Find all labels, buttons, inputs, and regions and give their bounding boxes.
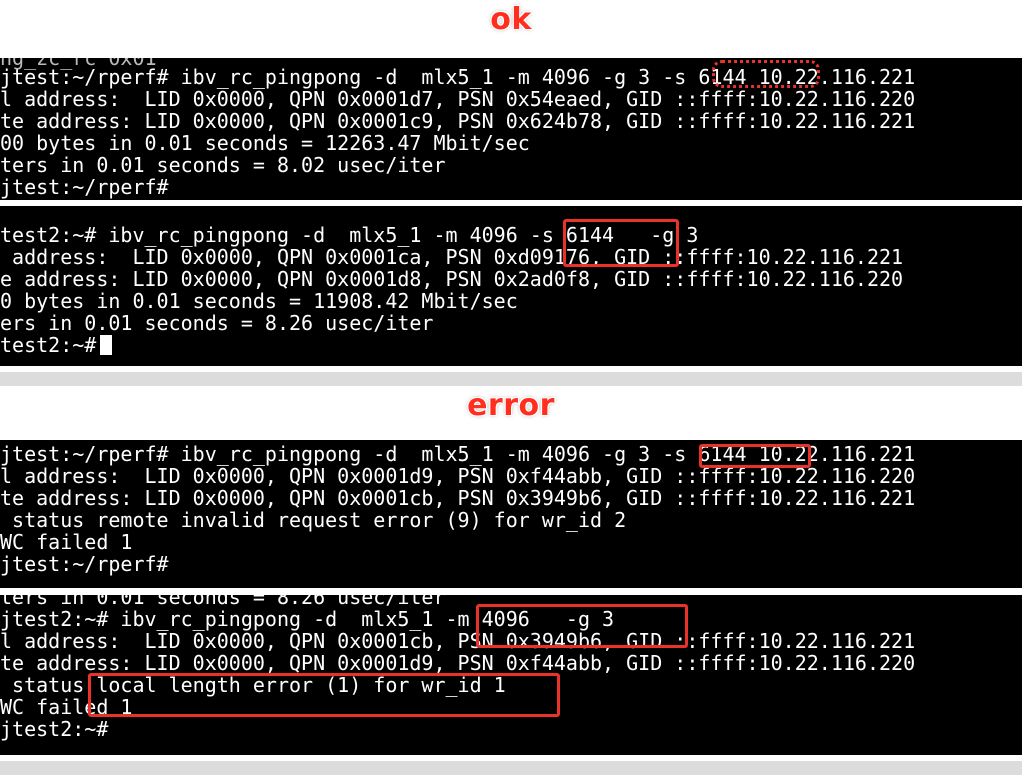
terminal-prompt: jtest:~/rperf# [0, 175, 169, 199]
terminal-line: address: LID 0x0000, QPN 0x0001ca, PSN 0… [0, 245, 904, 269]
terminal-prompt: jtest:~/rperf# [0, 552, 169, 576]
terminal-line: ers in 0.01 seconds = 8.26 usec/iter [0, 311, 434, 335]
error-heading: error [467, 388, 555, 423]
highlight-s-6144-ok-server [712, 60, 820, 88]
highlight-local-length-error [88, 673, 560, 717]
highlight-s-6144-ok-client [563, 219, 679, 267]
terminal-line: te address: LID 0x0000, QPN 0x0001cb, PS… [0, 486, 916, 510]
terminal-line: l address: LID 0x0000, QPN 0x0001cb, PSN… [0, 629, 916, 653]
terminal-line: 00 bytes in 0.01 seconds = 12263.47 Mbit… [0, 131, 530, 155]
terminal-ok-server[interactable]: ng_zc_rc 0x01 jtest:~/rperf# ibv_rc_ping… [0, 58, 1022, 200]
panel-divider [0, 372, 1022, 386]
terminal-error-server[interactable]: jtest:~/rperf# ibv_rc_pingpong -d mlx5_1… [0, 440, 1022, 588]
terminal-prompt: jtest2:~# [0, 717, 109, 741]
terminal-line: status remote invalid request error (9) … [0, 508, 627, 532]
panel-divider [0, 761, 1022, 775]
terminal-line: ters in 0.01 seconds = 8.02 usec/iter [0, 153, 446, 177]
terminal-ok-client[interactable]: test2:~# ibv_rc_pingpong -d mlx5_1 -m 40… [0, 206, 1022, 366]
terminal-line: te address: LID 0x0000, QPN 0x0001d9, PS… [0, 651, 916, 675]
terminal-line: WC failed 1 [0, 530, 133, 554]
prompt-text: test2:~# [0, 333, 97, 357]
highlight-missing-s-error-client [476, 604, 688, 648]
highlight-s-6144-error-server [699, 444, 811, 468]
terminal-prompt: test2:~# [0, 333, 113, 357]
terminal-line: te address: LID 0x0000, QPN 0x0001c9, PS… [0, 109, 916, 133]
terminal-line: l address: LID 0x0000, QPN 0x0001d7, PSN… [0, 87, 916, 111]
text-cursor [100, 335, 113, 355]
ok-heading: ok [490, 2, 532, 37]
terminal-line: l address: LID 0x0000, QPN 0x0001d9, PSN… [0, 464, 916, 488]
terminal-line: e address: LID 0x0000, QPN 0x0001d8, PSN… [0, 267, 904, 291]
terminal-line: 0 bytes in 0.01 seconds = 11908.42 Mbit/… [0, 289, 518, 313]
